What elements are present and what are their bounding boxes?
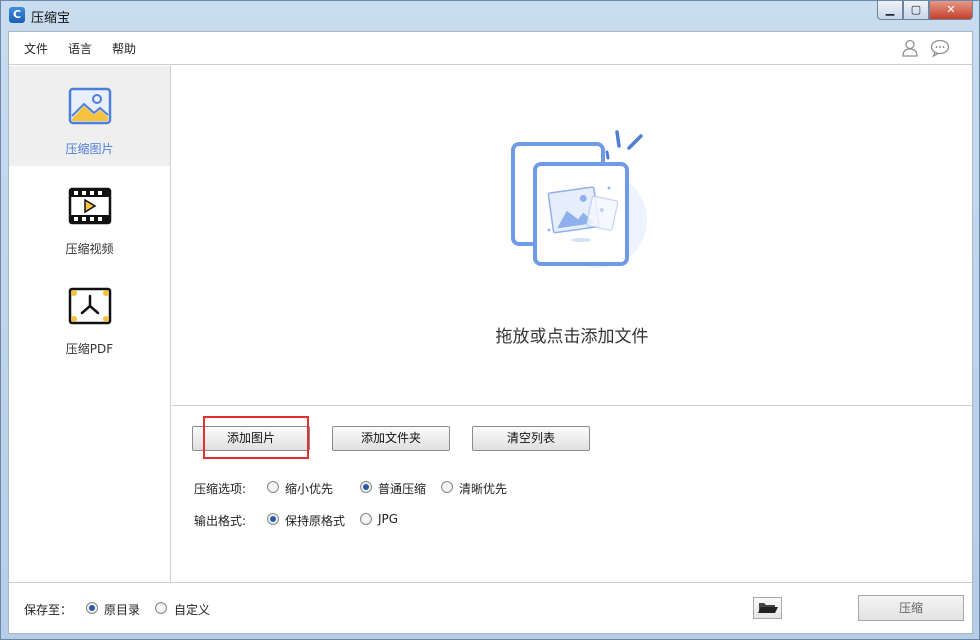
radio-format-original[interactable] [267, 513, 279, 525]
radio-label: JPG [378, 512, 399, 526]
window-controls: ▁ ▢ ✕ [877, 1, 973, 21]
sidebar-item-label: 压缩PDF [65, 342, 114, 356]
browse-folder-button[interactable] [753, 597, 782, 619]
sidebar-item-label: 压缩视频 [65, 242, 114, 256]
add-images-illustration [511, 130, 647, 268]
compress-button[interactable]: 压缩 [858, 595, 964, 621]
app-window: C 压缩宝 ▁ ▢ ✕ 文件 语言 帮助 压缩图片 压缩视频 压缩PDF 拖放或… [0, 0, 980, 640]
sidebar: 压缩图片 压缩视频 压缩PDF [9, 66, 171, 582]
menu-bar: 文件 语言 帮助 [9, 32, 972, 65]
radio-label: 缩小优先 [285, 482, 334, 496]
video-icon [68, 187, 112, 225]
pdf-icon [68, 287, 112, 325]
bottom-bar: 保存至： 原目录 自定义 压缩 [9, 582, 972, 633]
radio-label: 普通压缩 [378, 482, 427, 496]
radio-label: 原目录 [104, 603, 141, 617]
image-icon [68, 87, 112, 125]
chat-icon[interactable] [930, 38, 950, 58]
save-to-label: 保存至： [24, 603, 73, 617]
radio-save-custom[interactable] [155, 602, 167, 614]
sidebar-item-compress-image[interactable]: 压缩图片 [9, 66, 170, 166]
app-logo-icon: C [9, 7, 25, 23]
drop-zone[interactable]: 拖放或点击添加文件 [172, 66, 972, 406]
title-bar[interactable]: C 压缩宝 ▁ ▢ ✕ [1, 1, 979, 31]
radio-label: 自定义 [174, 603, 211, 617]
minimize-button[interactable]: ▁ [877, 1, 903, 20]
radio-compress-clear[interactable] [441, 481, 453, 493]
radio-format-jpg[interactable] [360, 513, 372, 525]
add-image-button[interactable]: 添加图片 [192, 426, 310, 451]
radio-save-original-dir[interactable] [86, 602, 98, 614]
clear-list-button[interactable]: 清空列表 [472, 426, 590, 451]
sidebar-item-compress-pdf[interactable]: 压缩PDF [9, 266, 170, 366]
compression-options-label: 压缩选项: [194, 482, 247, 496]
sidebar-item-compress-video[interactable]: 压缩视频 [9, 166, 170, 266]
maximize-button[interactable]: ▢ [903, 1, 929, 20]
menu-file[interactable]: 文件 [24, 40, 48, 57]
close-button[interactable]: ✕ [929, 1, 973, 20]
menu-language[interactable]: 语言 [68, 40, 92, 57]
menu-help[interactable]: 帮助 [112, 40, 136, 57]
radio-compress-normal[interactable] [360, 481, 372, 493]
radio-label: 保持原格式 [285, 514, 346, 528]
window-title: 压缩宝 [31, 11, 71, 26]
add-folder-button[interactable]: 添加文件夹 [332, 426, 450, 451]
sidebar-item-label: 压缩图片 [65, 142, 114, 156]
options-panel: 添加图片 添加文件夹 清空列表 压缩选项: 缩小优先 普通压缩 清晰优先 输出格… [172, 407, 972, 581]
radio-compress-smaller[interactable] [267, 481, 279, 493]
output-format-label: 输出格式: [194, 514, 247, 528]
main-area: 文件 语言 帮助 压缩图片 压缩视频 压缩PDF 拖放或点击添加文件 添加图片 … [8, 31, 973, 634]
folder-open-icon [758, 603, 778, 613]
drop-hint-text: 拖放或点击添加文件 [495, 327, 649, 347]
radio-label: 清晰优先 [459, 482, 508, 496]
user-icon[interactable] [900, 38, 920, 58]
